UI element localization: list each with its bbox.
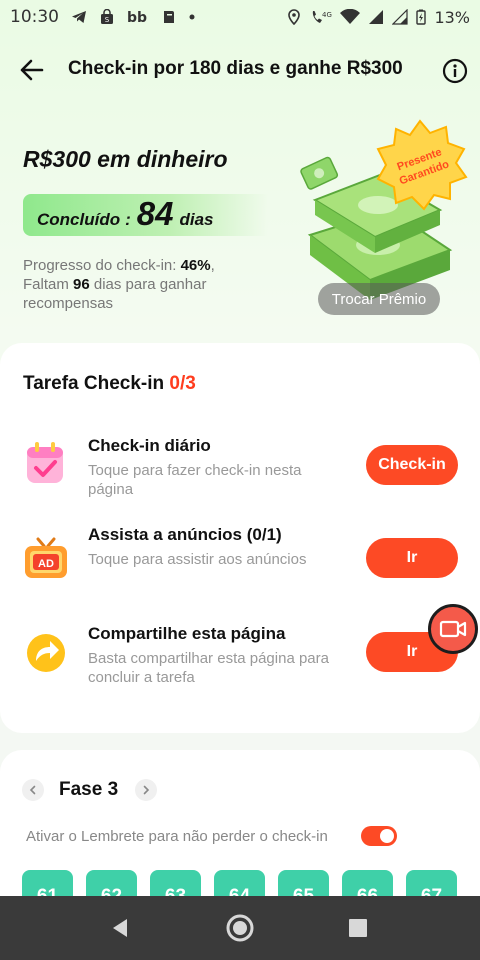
- triangle-back-icon: [113, 919, 127, 937]
- ad-label: AD: [38, 558, 54, 570]
- next-phase-button[interactable]: [135, 779, 157, 801]
- previous-phase-button[interactable]: [22, 779, 44, 801]
- calendar-check-icon: [27, 442, 63, 483]
- signal-icon: [369, 10, 384, 24]
- reminder-toggle[interactable]: [361, 826, 397, 846]
- square-recents-icon: [349, 919, 367, 937]
- task-description: Toque para assistir aos anúncios: [88, 551, 307, 568]
- back-button[interactable]: [16, 54, 48, 86]
- task-card: Tarefa Check-in 0/3 Check-in diário Toqu…: [0, 343, 480, 733]
- arrow-left-icon: [20, 59, 44, 81]
- page-title: Check-in por 180 dias e ganhe R$300: [68, 58, 403, 79]
- signal-2-icon: [392, 9, 409, 25]
- task-description: Toque para fazer check-in nesta página: [88, 462, 302, 498]
- checkin-button[interactable]: Check-in: [366, 445, 458, 485]
- remaining-days: 96: [73, 276, 90, 293]
- task-description: Basta compartilhar esta página para conc…: [88, 650, 329, 686]
- shopping-bag-icon: S: [101, 9, 113, 24]
- task-name: Compartilhe esta página: [88, 624, 286, 643]
- task-item-daily-checkin: Check-in diário Toque para fazer check-i…: [0, 429, 480, 509]
- network-type: 4G: [322, 11, 332, 19]
- circle-home-icon: [226, 914, 254, 942]
- reminder-text: Ativar o Lembrete para não perder o chec…: [26, 828, 328, 845]
- more-dot-icon: [189, 14, 195, 20]
- nav-home-button[interactable]: [224, 912, 256, 944]
- chevron-left-icon: [29, 785, 36, 795]
- info-button[interactable]: [442, 58, 468, 84]
- battery-percent: 13%: [434, 7, 470, 27]
- battery-icon: [416, 9, 427, 25]
- system-nav-bar: [0, 896, 480, 960]
- nav-recents-button[interactable]: [342, 912, 374, 944]
- completed-days-banner: Concluído : 84 dias: [23, 194, 268, 236]
- nav-back-button[interactable]: [104, 912, 136, 944]
- video-camera-icon: [439, 620, 467, 638]
- task-count: 0/3: [169, 373, 196, 394]
- task-name: Check-in diário: [88, 436, 211, 455]
- tv-ad-icon: AD: [25, 537, 67, 578]
- swap-prize-button[interactable]: Trocar Prêmio: [318, 283, 440, 315]
- status-bar: 10:30 S bb 4G 13%: [0, 0, 480, 34]
- svg-text:bb: bb: [127, 10, 147, 25]
- share-arrow-icon: [27, 634, 65, 672]
- telegram-icon: [72, 11, 86, 23]
- wifi-icon: [340, 9, 361, 24]
- completed-colon: :: [125, 210, 131, 229]
- task-item-watch-ads: AD Assista a anúncios (0/1) Toque para a…: [0, 525, 480, 609]
- chevron-right-icon: [143, 785, 150, 795]
- completed-days-unit: dias: [179, 210, 214, 229]
- location-icon: [288, 9, 301, 25]
- task-item-share-page: Compartilhe esta página Basta compartilh…: [0, 621, 480, 701]
- bookmark-app-icon: [164, 11, 174, 23]
- task-name: Assista a anúncios (0/1): [88, 525, 282, 544]
- reward-title: R$300 em dinheiro: [23, 146, 228, 172]
- progress-value: 46%: [180, 257, 211, 274]
- phase-title: Fase 3: [59, 779, 119, 800]
- completed-label: Concluído: [37, 210, 121, 229]
- info-icon: [442, 58, 468, 84]
- progress-text: Progresso do check-in: 46%, Faltam 96 di…: [23, 257, 215, 312]
- status-time: 10:30: [10, 7, 59, 27]
- page-header: Check-in por 180 dias e ganhe R$300: [0, 46, 480, 94]
- task-section-title: Tarefa Check-in 0/3: [23, 373, 196, 394]
- completed-days-number: 84: [136, 195, 174, 232]
- watch-ads-go-button[interactable]: Ir: [366, 538, 458, 578]
- screen-record-button[interactable]: [428, 604, 478, 654]
- call-4g-icon: 4G: [313, 11, 332, 23]
- bb-app-icon: bb: [127, 10, 147, 25]
- svg-text:S: S: [105, 16, 110, 24]
